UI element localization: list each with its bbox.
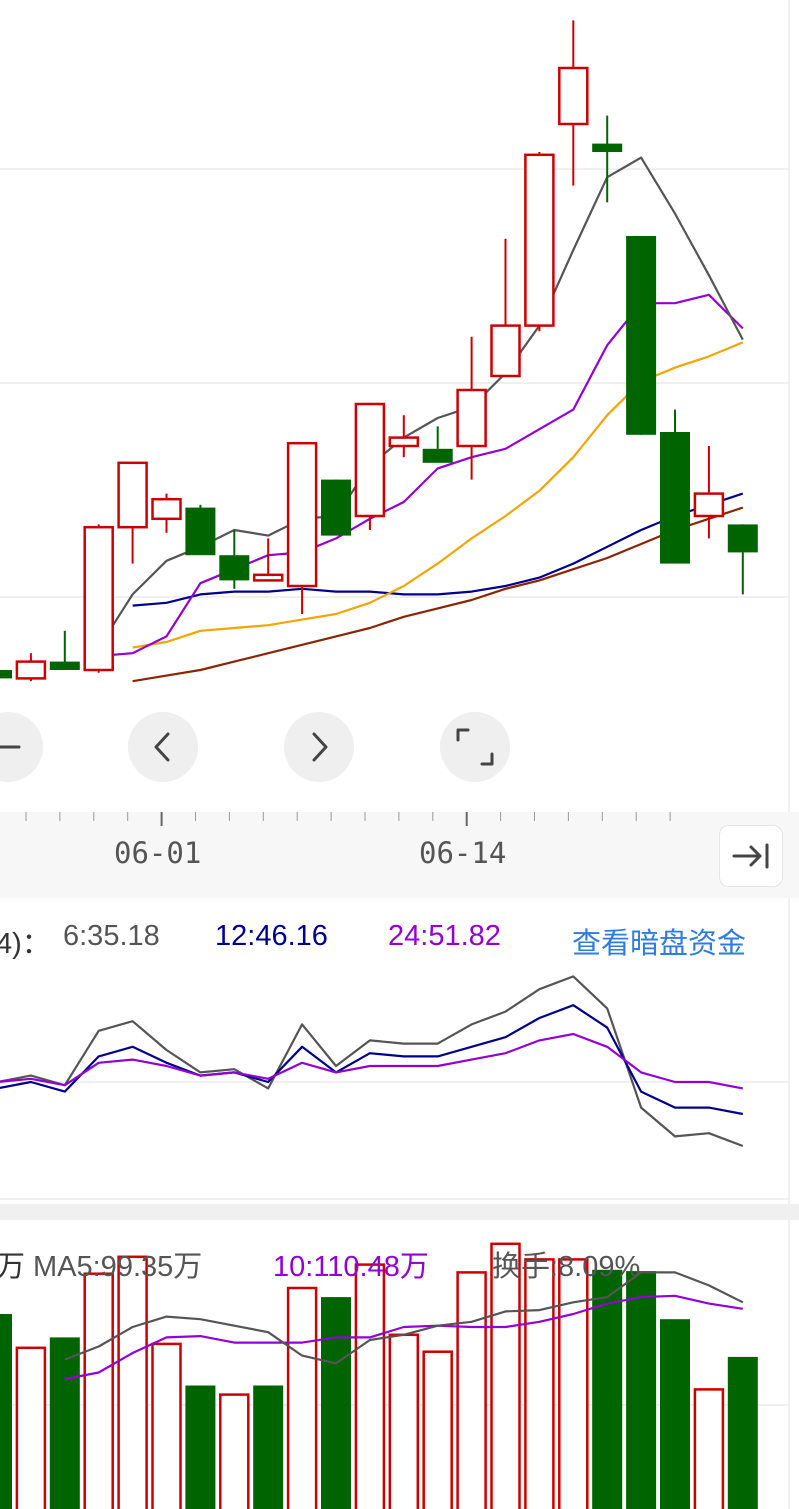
view-dark-pool-link[interactable]: 查看暗盘资金 (572, 920, 746, 962)
candle-body-up (252, 573, 284, 582)
chevron-left-icon (154, 732, 170, 762)
volume-bar-up (286, 1286, 318, 1509)
volume-ma5: MA5:99.35万 (33, 1251, 203, 1283)
volume-bar-up (117, 1255, 148, 1509)
candle-body-up (490, 324, 521, 378)
candle-body-up (456, 388, 487, 448)
volume-bar-up (693, 1388, 725, 1509)
axis-date-label: 06-14 (419, 836, 507, 870)
volume-bar-up (354, 1263, 386, 1509)
candle-body-down (219, 555, 250, 581)
prev-button[interactable] (128, 712, 198, 782)
volume-ma10: 10:110.48万 (273, 1251, 429, 1283)
volume-bar-up (524, 1258, 555, 1509)
volume-prefix: 万 (0, 1251, 26, 1283)
ma30-line (132, 492, 744, 607)
candle-body-down (49, 661, 80, 670)
chevron-right-icon (312, 732, 328, 762)
axis-date-label: 06-01 (114, 836, 202, 870)
volume-bar-up (558, 1258, 589, 1509)
indicator-value-6: 6:35.18 (63, 920, 160, 952)
volume-bar-up (219, 1393, 250, 1509)
candle-body-down (422, 448, 453, 463)
indicator-value-24: 24:51.82 (388, 920, 501, 952)
volume-bar-down (321, 1297, 351, 1509)
volume-bar-down (727, 1356, 758, 1509)
volume-bar-down (49, 1337, 80, 1509)
candle-body-up (354, 402, 386, 518)
next-button[interactable] (284, 712, 354, 782)
kline-chart[interactable] (0, 0, 799, 815)
panel-divider (0, 1204, 799, 1220)
candle-body-down (321, 479, 351, 536)
volume-bar-down (0, 1314, 12, 1509)
candle-body-down (185, 507, 216, 556)
candle-body-up (15, 660, 47, 680)
volume-bar-down (253, 1385, 284, 1509)
minus-icon (0, 745, 21, 749)
expand-icon (456, 728, 494, 766)
candle-body-down (660, 432, 690, 564)
turnover-rate: 换手:8.09% (492, 1251, 641, 1283)
volume-bar-up (151, 1342, 182, 1509)
volume-bar-up (388, 1333, 420, 1509)
indicator-prefix: 4)： (0, 928, 51, 960)
candle-body-up (388, 436, 420, 448)
candle-body-down (0, 670, 12, 679)
candle-body-up (83, 525, 114, 672)
volume-bar-up (15, 1346, 47, 1509)
volume-bar-down (626, 1271, 657, 1509)
candle-body-down (626, 236, 657, 435)
volume-bar-up (456, 1271, 487, 1509)
volume-bar-up (422, 1350, 453, 1509)
candle-body-up (117, 461, 148, 529)
indicator-value-12: 12:46.16 (215, 920, 328, 952)
kline-panel[interactable] (0, 0, 799, 815)
candle-body-up (693, 492, 725, 518)
volume-bar-up (83, 1272, 114, 1509)
volume-bar-down (185, 1385, 216, 1509)
fullscreen-button[interactable] (440, 712, 510, 782)
volume-bar-down (660, 1319, 690, 1509)
jump-to-end-icon (732, 843, 769, 869)
candle-body-up (286, 441, 318, 588)
candle-body-down (592, 143, 623, 152)
candle-body-up (524, 153, 555, 327)
candle-body-down (727, 524, 758, 553)
jump-to-end-button[interactable] (719, 825, 783, 887)
candle-body-up (558, 66, 589, 126)
indicator-line-12 (0, 1004, 744, 1116)
candle-body-up (151, 497, 182, 521)
zoom-out-button[interactable] (0, 712, 43, 782)
